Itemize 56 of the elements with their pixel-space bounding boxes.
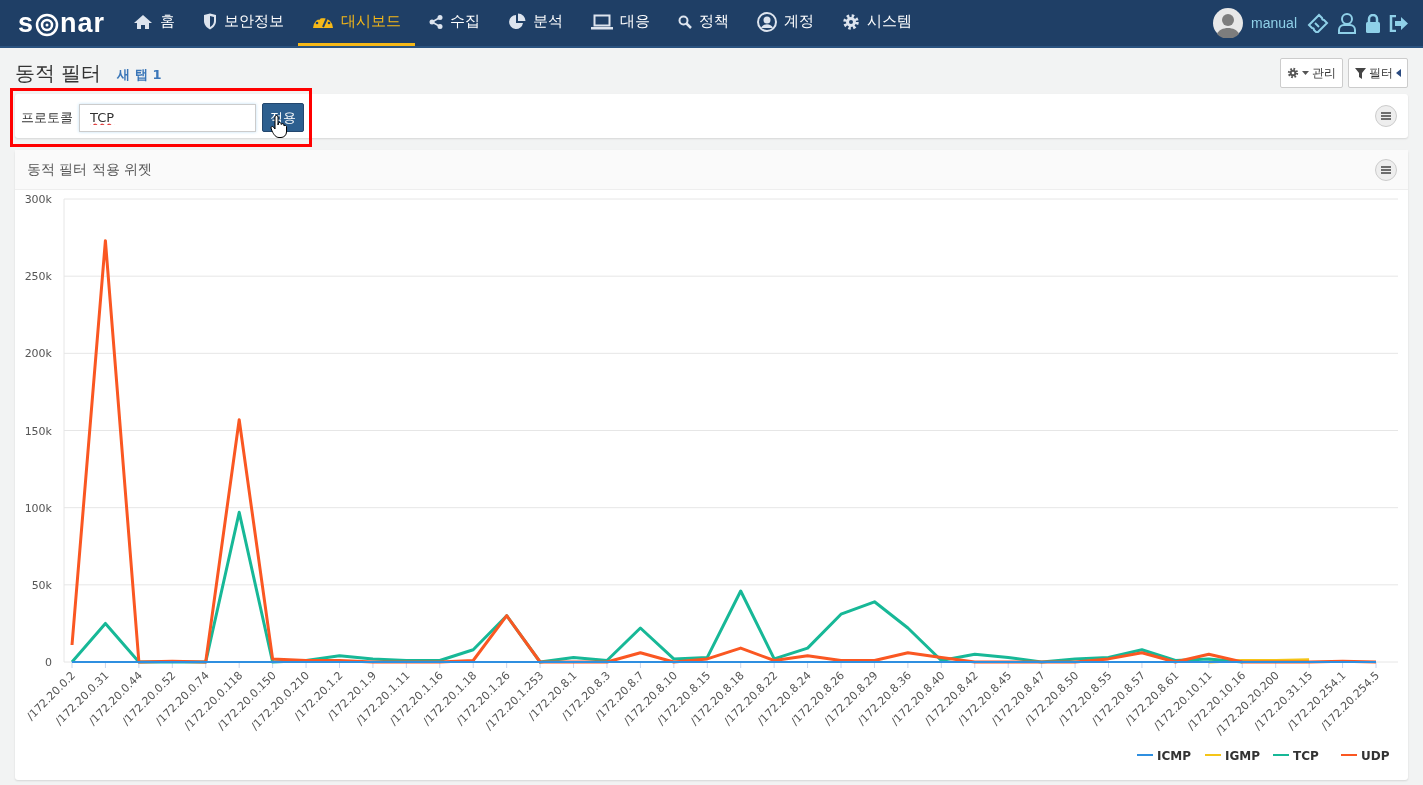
protocol-input-field[interactable]: TCP xyxy=(79,103,256,132)
legend-label: IGMP xyxy=(1225,748,1261,763)
y-axis-label: 250k xyxy=(24,270,52,284)
nav-tab[interactable]: 홈 xyxy=(119,0,190,46)
nav-tab[interactable]: 정책 xyxy=(664,0,744,46)
nav-tab[interactable]: 수집 xyxy=(415,0,495,46)
widget-title: 동적 필터 적용 위젯 xyxy=(27,160,153,179)
legend-label: UDP xyxy=(1361,748,1390,763)
search-icon xyxy=(678,14,693,29)
pie-chart-icon xyxy=(508,12,527,31)
manage-button[interactable]: 관리 xyxy=(1280,58,1343,88)
logo-text: s xyxy=(18,7,35,39)
tab-name-link[interactable]: 새 탭 1 xyxy=(117,66,162,84)
y-axis-label: 200k xyxy=(24,347,52,361)
legend-item[interactable]: UDP xyxy=(1340,748,1390,763)
avatar-icon[interactable] xyxy=(1213,8,1244,38)
nav-tab[interactable]: 대응 xyxy=(577,0,665,46)
laptop-icon xyxy=(591,13,614,30)
filter-icon xyxy=(1355,67,1366,79)
legend-item[interactable]: ICMP xyxy=(1136,748,1191,763)
lock-icon[interactable] xyxy=(1365,13,1381,33)
logout-icon[interactable] xyxy=(1389,14,1409,32)
settings-icon xyxy=(1287,67,1299,79)
filter-button[interactable]: 필터 xyxy=(1348,58,1408,88)
y-axis-label: 100k xyxy=(24,501,52,515)
legend-item[interactable]: TCP xyxy=(1272,748,1319,763)
page-title: 동적 필터 xyxy=(15,59,102,87)
logo-text: nar xyxy=(60,7,106,39)
menu-icon xyxy=(1381,112,1391,120)
menu-button[interactable] xyxy=(1375,158,1397,181)
settings-icon xyxy=(842,12,861,31)
nav-tab[interactable]: 분석 xyxy=(494,0,578,46)
nav-tab[interactable]: 시스템 xyxy=(828,0,927,46)
user-name-link[interactable]: manual xyxy=(1251,15,1297,31)
legend-label: ICMP xyxy=(1157,748,1192,763)
y-axis-label: 150k xyxy=(24,424,52,438)
legend-label: TCP xyxy=(1293,748,1319,763)
nav-tab[interactable]: 계정 xyxy=(743,0,829,46)
caret-icon xyxy=(1302,70,1309,76)
share-icon xyxy=(429,14,444,29)
caret-icon xyxy=(1396,69,1401,77)
target-icon xyxy=(35,12,60,37)
menu-icon xyxy=(1381,165,1391,174)
home-icon xyxy=(133,13,154,30)
user-icon xyxy=(757,11,778,32)
field-label: 프로토콜 xyxy=(21,108,73,127)
nav-tab[interactable]: 대시보드 xyxy=(298,0,416,46)
y-axis-label: 50k xyxy=(31,578,52,592)
menu-button[interactable] xyxy=(1375,105,1397,127)
nav-tab[interactable]: 보안정보 xyxy=(189,0,299,46)
user-icon[interactable] xyxy=(1337,12,1357,34)
shield-icon xyxy=(203,13,218,30)
y-axis-label: 0 xyxy=(45,656,52,669)
legend-item[interactable]: IGMP xyxy=(1204,748,1261,763)
y-axis-label: 300k xyxy=(24,193,52,206)
ticket-icon[interactable] xyxy=(1307,13,1329,33)
